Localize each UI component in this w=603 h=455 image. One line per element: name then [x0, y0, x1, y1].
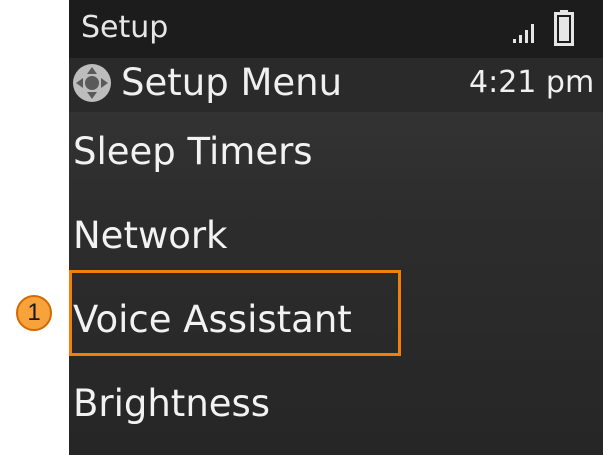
page-title: Setup Menu: [121, 61, 343, 104]
clock-time: 4:21 pm: [469, 65, 595, 100]
menu-item-sleep-timers[interactable]: Sleep Timers: [69, 112, 603, 192]
device-screen: Setup Setup Menu 4:21 pm Sleep Timers Ne…: [69, 0, 603, 455]
status-title: Setup: [81, 10, 169, 45]
battery-icon: [554, 10, 574, 46]
callout-number-badge: 1: [16, 295, 52, 331]
menu-item-network[interactable]: Network: [69, 196, 603, 276]
menu-item-brightness[interactable]: Brightness: [69, 364, 603, 444]
figure-stage: Setup Setup Menu 4:21 pm Sleep Timers Ne…: [0, 0, 603, 455]
signal-icon: [513, 24, 534, 43]
dpad-navigation-icon: [73, 64, 111, 102]
header-row: Setup Menu 4:21 pm: [69, 58, 603, 112]
menu-item-voice-assistant[interactable]: Voice Assistant: [69, 280, 603, 360]
status-bar: Setup: [69, 0, 603, 58]
